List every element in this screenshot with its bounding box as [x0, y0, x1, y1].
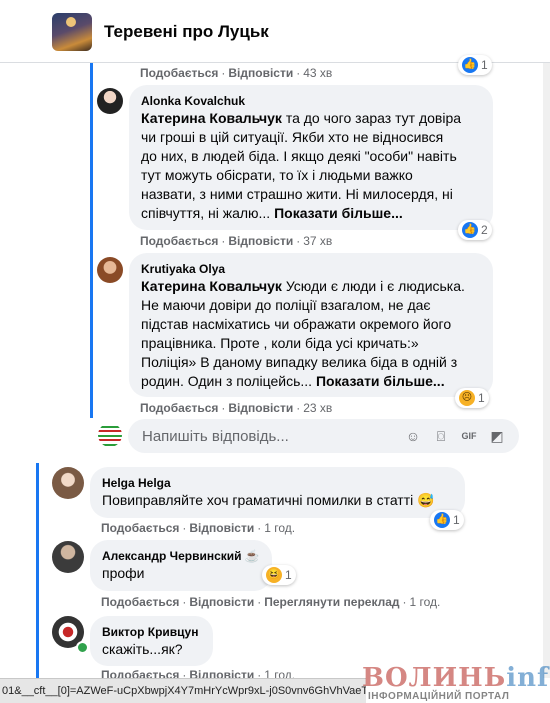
comment-author[interactable]: Krutiyaka Olya: [141, 261, 481, 277]
camera-icon[interactable]: ⌼: [432, 427, 450, 445]
comment-text: Катерина Ковальчук Усюди є люди і є люди…: [141, 278, 465, 389]
comment-thread-line: [36, 463, 39, 678]
comment-actions: Подобається · Відповісти · Переглянути перек…: [101, 595, 441, 609]
like-link[interactable]: Подобається: [140, 234, 218, 248]
comment-author[interactable]: Helga Helga: [102, 475, 453, 491]
comment-bubble: Krutiyaka Olya Катерина Ковальчук Усюди …: [129, 253, 493, 397]
mention-link[interactable]: Катерина Ковальчук: [141, 278, 282, 294]
like-link[interactable]: Подобається: [140, 401, 218, 415]
like-reaction-icon: 👍: [462, 222, 478, 238]
like-link[interactable]: Подобається: [140, 66, 218, 80]
comment-time[interactable]: 1 год.: [410, 595, 441, 609]
see-more-link[interactable]: Показати більше...: [316, 373, 445, 389]
reply-link[interactable]: Відповісти: [189, 521, 254, 535]
reply-input[interactable]: [140, 427, 384, 446]
comment-actions: Подобається · Відповісти · 23 хв: [140, 401, 333, 415]
comment-bubble: Helga Helga Повиправляйте хоч граматичні…: [90, 467, 465, 518]
comment-time[interactable]: 23 хв: [303, 401, 332, 415]
reply-thread-line: [90, 63, 93, 418]
sweat-smile-emoji: 😅: [417, 492, 435, 508]
like-link[interactable]: Подобається: [101, 595, 179, 609]
see-translation-link[interactable]: Переглянути переклад: [264, 595, 399, 609]
see-more-link[interactable]: Показати більше...: [274, 205, 403, 221]
reply-link[interactable]: Відповісти: [189, 595, 254, 609]
comment-text: Катерина Ковальчук та до чого зараз тут …: [141, 110, 462, 221]
comment-author: Александр Червинский ☕: [102, 549, 260, 563]
sticker-icon[interactable]: ◩: [488, 427, 506, 445]
comment-time[interactable]: 37 хв: [303, 234, 332, 248]
avatar[interactable]: [52, 467, 84, 499]
gif-icon[interactable]: GIF: [460, 427, 478, 445]
reply-link[interactable]: Відповісти: [228, 401, 293, 415]
comment-actions: Подобається · Відповісти · 43 хв: [140, 66, 333, 80]
mention-link[interactable]: Катерина Ковальчук: [141, 110, 282, 126]
comment-time[interactable]: 1 год.: [264, 521, 295, 535]
comment-author[interactable]: Виктор Кривцун: [102, 624, 201, 640]
sad-reaction-icon: ☹: [459, 390, 475, 406]
reply-link[interactable]: Відповісти: [228, 66, 293, 80]
like-reaction-icon: 👍: [462, 57, 478, 73]
current-user-avatar: [98, 423, 122, 447]
comment-text: профи: [102, 565, 145, 581]
avatar[interactable]: [97, 88, 123, 114]
comment-actions: Подобається · Відповісти · 37 хв: [140, 234, 333, 248]
group-title[interactable]: Теревені про Луцьк: [104, 22, 269, 42]
avatar[interactable]: [52, 541, 84, 573]
haha-reaction-icon: 😆: [266, 567, 282, 583]
site-watermark-logo: ВОЛИНЬinfo ІНФОРМАЦІЙНИЙ ПОРТАЛ: [362, 663, 550, 702]
online-status-icon: [76, 641, 89, 654]
comment-text: скажіть...як?: [102, 641, 183, 657]
reaction-count[interactable]: 👍 1: [430, 510, 464, 530]
reply-link[interactable]: Відповісти: [228, 234, 293, 248]
avatar[interactable]: [97, 257, 123, 283]
comments-feed: Подобається · Відповісти · 43 хв 👍 1 Alonka K…: [0, 55, 550, 703]
reaction-count[interactable]: 👍 2: [458, 220, 492, 240]
like-reaction-icon: 👍: [434, 512, 450, 528]
reaction-count[interactable]: 😆 1: [262, 565, 296, 585]
reaction-count[interactable]: 👍 1: [458, 55, 492, 75]
comment-bubble: Виктор Кривцун скажіть...як?: [90, 616, 213, 666]
status-bar-url: 01&__cft__[0]=AZWeF-uCpXbwpjX4Y7mHrYcWpr…: [0, 678, 366, 703]
comment-bubble: Александр Червинский ☕ профи: [90, 540, 272, 591]
reply-composer[interactable]: ☺ ⌼ GIF ◩: [128, 419, 519, 453]
comment-author[interactable]: Alonka Kovalchuk: [141, 93, 481, 109]
like-link[interactable]: Подобається: [101, 521, 179, 535]
comment-time[interactable]: 43 хв: [303, 66, 332, 80]
coffee-icon: ☕: [244, 549, 260, 563]
comment-text: Повиправляйте хоч граматичні помилки в с…: [102, 492, 435, 508]
group-header: Теревені про Луцьк: [0, 0, 550, 63]
comment-actions: Подобається · Відповісти · 1 год.: [101, 521, 296, 535]
reaction-count[interactable]: ☹ 1: [455, 388, 489, 408]
comment-bubble: Alonka Kovalchuk Катерина Ковальчук та д…: [129, 85, 493, 230]
group-thumbnail[interactable]: [52, 13, 92, 51]
emoji-icon[interactable]: ☺: [404, 427, 422, 445]
scrollbar[interactable]: [543, 63, 550, 678]
